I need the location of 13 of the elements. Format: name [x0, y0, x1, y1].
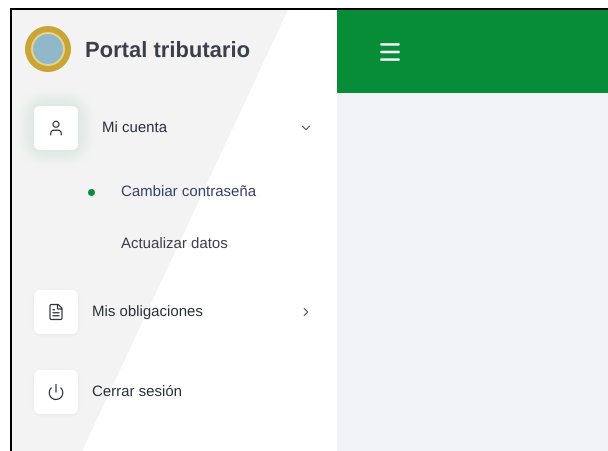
document-icon — [47, 303, 65, 321]
menu-label: Mi cuenta — [101, 118, 168, 138]
user-icon — [47, 119, 65, 137]
submenu-item[interactable]: Cambiar contraseña — [121, 180, 256, 204]
power-icon — [47, 383, 65, 401]
menu-item[interactable]: Mis obligaciones — [12, 272, 313, 352]
portal-title: Portal tributario — [85, 36, 250, 64]
menu-item[interactable]: Cerrar sesión — [12, 352, 313, 432]
menu-label: Mis obligaciones — [91, 302, 204, 322]
menu-label: Cerrar sesión — [91, 382, 184, 402]
submenu-item[interactable]: Actualizar datos — [121, 232, 228, 256]
seal-logo-icon — [25, 26, 71, 72]
menu-item[interactable]: Mi cuenta — [12, 88, 313, 168]
